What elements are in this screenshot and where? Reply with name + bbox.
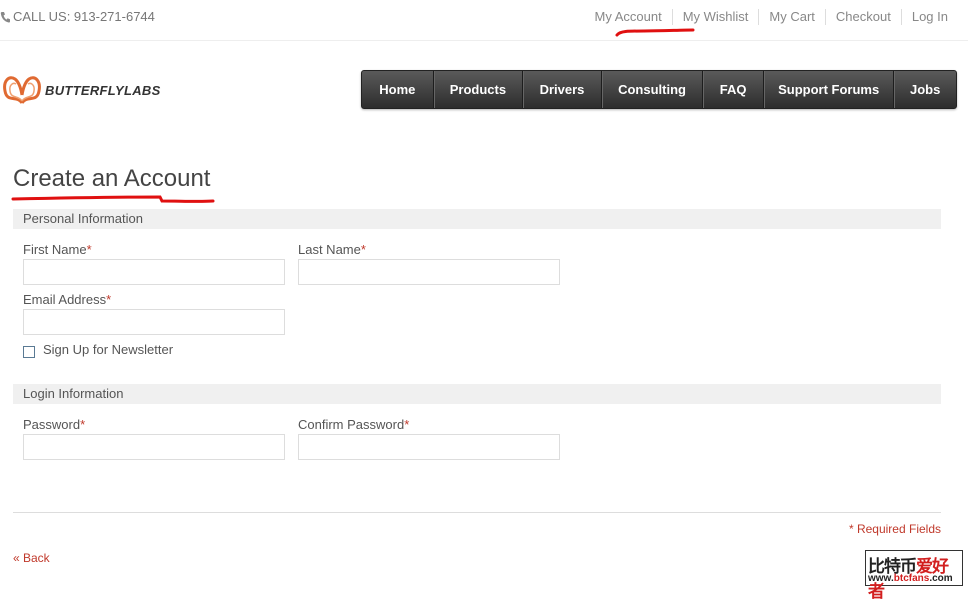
nav-support-forums[interactable]: Support Forums (762, 71, 893, 108)
newsletter-checkbox[interactable] (23, 346, 35, 358)
password-field[interactable] (23, 434, 285, 460)
phone-text: CALL US: 913-271-6744 (13, 9, 155, 24)
required-asterisk: * (360, 242, 366, 257)
required-asterisk: * (106, 292, 112, 307)
my-account-link[interactable]: My Account (585, 9, 672, 25)
checkout-link[interactable]: Checkout (824, 9, 901, 25)
main-nav: Home Products Drivers Consulting FAQ Sup… (361, 70, 957, 109)
login-information-header: Login Information (13, 384, 941, 404)
log-in-link[interactable]: Log In (900, 9, 958, 25)
confirm-password-field[interactable] (298, 434, 560, 460)
required-asterisk: * (404, 417, 410, 432)
required-asterisk: * (80, 417, 86, 432)
logo-text: BUTTERFLYLABS (45, 82, 161, 98)
phone-contact: CALL US: 913-271-6744 (0, 9, 155, 24)
page-title: Create an Account (13, 165, 211, 192)
required-fields-note: * Required Fields (848, 522, 941, 536)
last-name-field[interactable] (298, 259, 560, 285)
annotation-underline-title (11, 195, 215, 203)
back-link[interactable]: « Back (13, 551, 50, 565)
my-wishlist-link[interactable]: My Wishlist (671, 9, 759, 25)
top-links: My Account My Wishlist My Cart Checkout … (585, 9, 959, 25)
email-label: Email Address* (23, 292, 112, 307)
butterfly-logo-icon (3, 76, 41, 104)
top-bar: CALL US: 913-271-6744 My Account My Wish… (0, 0, 968, 41)
nav-jobs[interactable]: Jobs (893, 71, 956, 108)
nav-drivers[interactable]: Drivers (522, 71, 601, 108)
nav-faq[interactable]: FAQ (702, 71, 763, 108)
phone-icon (0, 11, 10, 23)
password-label: Password* (23, 417, 86, 432)
personal-information-header: Personal Information (13, 209, 941, 229)
required-asterisk: * (86, 242, 92, 257)
annotation-underline-my-account (615, 28, 695, 37)
divider (13, 512, 941, 513)
nav-products[interactable]: Products (432, 71, 523, 108)
first-name-field[interactable] (23, 259, 285, 285)
email-field[interactable] (23, 309, 285, 335)
my-cart-link[interactable]: My Cart (758, 9, 825, 25)
nav-home[interactable]: Home (362, 71, 433, 108)
watermark: 比特币爱好者 www.btcfans.com (865, 550, 963, 602)
newsletter-label[interactable]: Sign Up for Newsletter (43, 342, 173, 357)
nav-consulting[interactable]: Consulting (600, 71, 702, 108)
logo[interactable]: BUTTERFLYLABS (3, 73, 161, 107)
confirm-password-label: Confirm Password* (298, 417, 410, 432)
first-name-label: First Name* (23, 242, 92, 257)
watermark-url: www.btcfans.com (868, 573, 953, 584)
last-name-label: Last Name* (298, 242, 366, 257)
